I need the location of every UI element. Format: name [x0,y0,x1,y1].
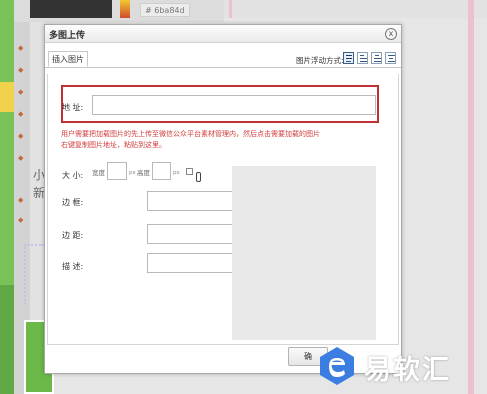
background-bullet-icon: ◆ [18,88,24,96]
float-mode-label: 图片浮动方式: [296,56,344,65]
background-bullet-icon: ◆ [18,44,24,52]
dialog-header: 多图上传 x [45,25,401,43]
background-pink-border [468,0,474,394]
background-yellow-block [0,82,14,112]
background-bullet-icon: ◆ [18,216,24,224]
watermark-logo-icon [320,347,354,385]
multi-image-upload-dialog: 多图上传 x 插入图片 图片浮动方式: 地 址: 用户需要把加载图片的先上传至微… [44,24,402,374]
float-none-icon[interactable] [343,52,354,64]
tab-bar: 插入图片 图片浮动方式: [45,45,401,75]
watermark: 易软汇 [310,338,487,394]
image-preview-area [232,166,376,340]
upload-notice-text: 用户需要把加载图片的先上传至微信公众平台素材管理内，然后点击需要加载的图片右键复… [61,130,320,149]
dialog-title: 多图上传 [49,31,86,41]
background-dotted-frame [24,244,44,304]
background-color-swatch [30,0,112,18]
height-input[interactable] [152,162,171,180]
background-bullet-icon: ◆ [18,154,24,162]
background-green-column [0,0,14,394]
border-input[interactable] [147,191,243,211]
description-label: 描 述: [62,262,84,271]
height-label: 高度 [137,169,150,177]
background-color-hex: # 6ba84d [140,3,190,17]
address-label: 地 址: [62,103,84,112]
close-icon[interactable]: x [385,28,397,40]
watermark-text: 易软汇 [364,355,451,386]
background-top-right [224,0,487,18]
tab-insert-image[interactable]: 插入图片 [48,51,88,67]
lock-ratio-checkbox[interactable] [186,168,193,175]
float-center-icon[interactable] [385,52,396,64]
margin-input[interactable] [147,224,243,244]
background-bullet-icon: ◆ [18,196,24,204]
background-pink-line [229,0,232,18]
address-input[interactable] [92,95,376,115]
background-green-block [0,285,14,394]
width-input[interactable] [107,162,127,180]
description-input[interactable] [147,253,243,273]
float-left-icon[interactable] [357,52,368,64]
border-label: 边 框: [62,198,84,207]
width-unit: px [129,170,136,176]
background-color-gradient [120,0,130,18]
width-label: 宽度 [92,169,105,177]
background-bullet-icon: ◆ [18,66,24,74]
margin-label: 边 距: [62,231,84,240]
background-bullet-icon: ◆ [18,132,24,140]
lock-icon [196,172,201,182]
height-unit: px [173,170,180,176]
background-bullet-icon: ◆ [18,110,24,118]
tab-divider [45,67,401,68]
float-right-icon[interactable] [371,52,382,64]
size-label: 大 小: [62,171,84,180]
